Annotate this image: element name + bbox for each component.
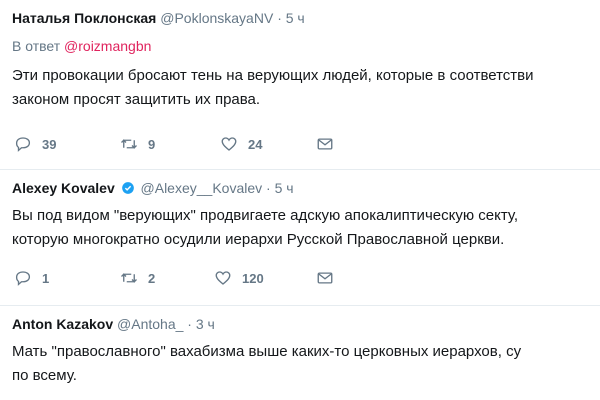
author-name[interactable]: Alexey Kovalev [12, 180, 115, 196]
like-button[interactable]: 24 [220, 134, 262, 154]
like-icon [221, 137, 237, 151]
tweet-text: Вы под видом "верующих" продвигаете адск… [12, 204, 518, 252]
separator-dot: · [266, 180, 271, 196]
reply-mention-link[interactable]: @roizmangbn [64, 38, 151, 54]
tweet-divider [0, 305, 600, 306]
author-handle[interactable]: @Antoha_ [117, 316, 183, 332]
tweet-header: Anton Kazakov @Antoha_ · 3 ч [12, 316, 215, 332]
tweet-text-line: Мать "православного" вахабизма выше каки… [12, 343, 522, 360]
like-count: 120 [242, 270, 264, 286]
tweet-divider [0, 169, 600, 170]
direct-message-icon [317, 138, 333, 150]
tweet-text-line: Вы под видом "верующих" продвигаете адск… [12, 207, 519, 224]
verified-badge-icon [121, 182, 134, 194]
tweet-text-line: которую многократно осудили иерархи Русс… [12, 231, 505, 248]
reply-context: В ответ @roizmangbn [12, 38, 151, 54]
retweet-button[interactable]: 2 [120, 268, 155, 288]
tweet-feed: Наталья Поклонская @PoklonskayaNV · 5 ч … [0, 0, 600, 400]
retweet-count: 2 [148, 270, 156, 286]
author-name[interactable]: Anton Kazakov [12, 316, 113, 332]
tweet-header: Наталья Поклонская @PoklonskayaNV · 5 ч [12, 10, 305, 26]
reply-button[interactable]: 1 [14, 268, 49, 288]
reply-prefix: В ответ [12, 38, 61, 54]
separator-dot: · [277, 10, 282, 26]
like-count: 24 [248, 136, 263, 152]
like-button[interactable]: 120 [214, 268, 264, 288]
tweet-timestamp[interactable]: 5 ч [286, 10, 305, 26]
retweet-button[interactable]: 9 [120, 134, 155, 154]
tweet-text-line: законом просят защитить их права. [12, 91, 261, 108]
reply-icon [15, 137, 31, 152]
tweet-text: Мать "православного" вахабизма выше каки… [12, 340, 521, 388]
like-icon [215, 271, 231, 285]
tweet-text: Эти провокации бросают тень на верующих … [12, 64, 534, 112]
retweet-icon [121, 273, 137, 283]
retweet-count: 9 [148, 136, 156, 152]
direct-message-button[interactable] [316, 268, 334, 288]
reply-count: 39 [42, 136, 57, 152]
tweet-timestamp[interactable]: 3 ч [196, 316, 215, 332]
reply-count: 1 [42, 270, 50, 286]
retweet-icon [121, 139, 137, 149]
tweet-text-line: по всему. [12, 367, 77, 384]
author-handle[interactable]: @PoklonskayaNV [160, 10, 273, 26]
tweet-header: Alexey Kovalev @Alexey__Kovalev · 5 ч [12, 180, 294, 196]
author-name[interactable]: Наталья Поклонская [12, 10, 156, 26]
direct-message-button[interactable] [316, 134, 334, 154]
tweet-text-line: Эти провокации бросают тень на верующих … [12, 67, 534, 84]
reply-icon [15, 271, 31, 286]
reply-button[interactable]: 39 [14, 134, 56, 154]
direct-message-icon [317, 272, 333, 284]
author-handle[interactable]: @Alexey__Kovalev [141, 180, 263, 196]
tweet-timestamp[interactable]: 5 ч [275, 180, 294, 196]
separator-dot: · [187, 316, 192, 332]
